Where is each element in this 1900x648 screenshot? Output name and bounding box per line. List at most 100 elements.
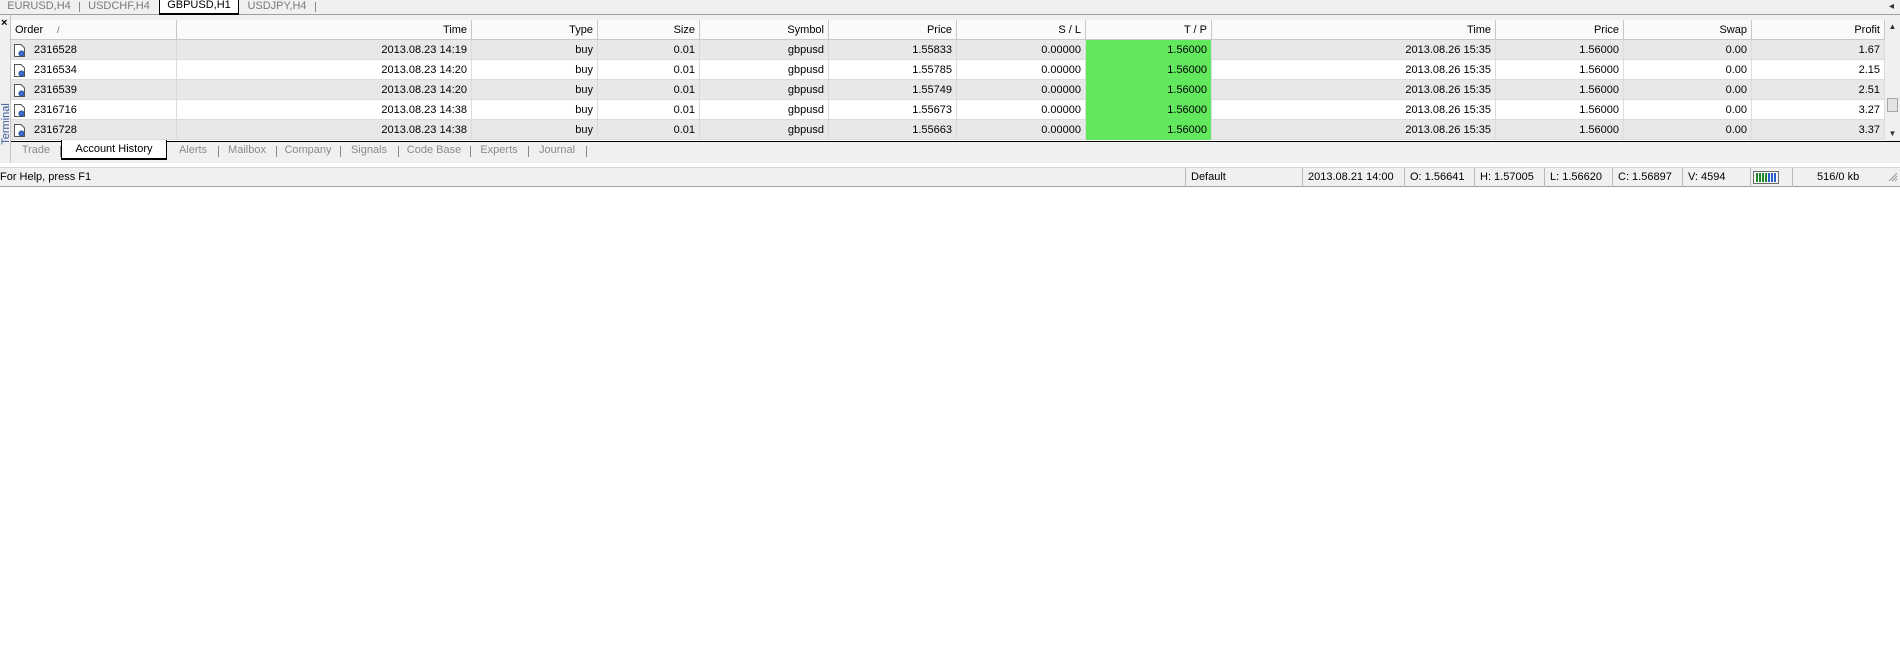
resize-grip-icon[interactable] — [1888, 172, 1898, 182]
size-cell: 0.01 — [598, 120, 700, 140]
profit-cell: 3.37 — [1752, 120, 1885, 140]
column-header-order[interactable]: Order / — [11, 20, 177, 40]
tab-experts[interactable]: Experts — [471, 142, 529, 161]
open-time-cell: 2013.08.23 14:19 — [177, 40, 472, 60]
symbol-cell: gbpusd — [700, 120, 829, 140]
tab-trade[interactable]: Trade — [13, 142, 61, 161]
close-icon[interactable]: × — [1, 18, 7, 29]
size-cell: 0.01 — [598, 100, 700, 120]
size-cell: 0.01 — [598, 60, 700, 80]
chart-tab-usdchf-h4[interactable]: USDCHF,H4 — [80, 0, 160, 15]
close-price-cell: 1.56000 — [1496, 80, 1624, 100]
column-header-order-label: Order — [15, 24, 44, 36]
scroll-up-icon[interactable]: ▲ — [1885, 20, 1900, 34]
close-time-cell: 2013.08.26 15:35 — [1212, 100, 1496, 120]
account-history-grid: Order / Time Type Size Symbol Price S / … — [11, 20, 1885, 141]
type-cell: buy — [472, 80, 598, 100]
symbol-cell: gbpusd — [700, 80, 829, 100]
status-volume: V: 4594 — [1682, 168, 1748, 187]
tab-journal[interactable]: Journal — [529, 142, 587, 161]
order-number: 2316528 — [34, 44, 77, 56]
close-price-cell: 1.56000 — [1496, 100, 1624, 120]
order-document-icon — [14, 64, 25, 77]
workspace-area — [0, 187, 1900, 648]
swap-cell: 0.00 — [1624, 80, 1752, 100]
scroll-down-icon[interactable]: ▼ — [1885, 127, 1900, 141]
sort-indicator-icon: / — [57, 25, 60, 35]
sl-cell: 0.00000 — [957, 80, 1086, 100]
order-cell: 2316728 — [11, 120, 177, 140]
profit-cell: 1.67 — [1752, 40, 1885, 60]
chart-tab-eurusd-h4[interactable]: EURUSD,H4 — [0, 0, 80, 15]
open-price-cell: 1.55749 — [829, 80, 957, 100]
swap-cell: 0.00 — [1624, 60, 1752, 80]
column-header-type[interactable]: Type — [472, 20, 598, 40]
column-header-close-time[interactable]: Time — [1212, 20, 1496, 40]
column-header-size[interactable]: Size — [598, 20, 700, 40]
column-header-time[interactable]: Time — [177, 20, 472, 40]
tp-cell: 1.56000 — [1086, 40, 1212, 60]
tp-cell: 1.56000 — [1086, 120, 1212, 140]
open-time-cell: 2013.08.23 14:38 — [177, 100, 472, 120]
open-price-cell: 1.55833 — [829, 40, 957, 60]
column-header-tp[interactable]: T / P — [1086, 20, 1212, 40]
table-row[interactable]: 2316716 2013.08.23 14:38 buy 0.01 gbpusd… — [11, 100, 1885, 120]
tab-company[interactable]: Company — [277, 142, 341, 161]
close-time-cell: 2013.08.26 15:35 — [1212, 60, 1496, 80]
chart-tab-gbpusd-h1[interactable]: GBPUSD,H1 — [159, 0, 239, 15]
type-cell: buy — [472, 40, 598, 60]
tp-cell: 1.56000 — [1086, 60, 1212, 80]
order-cell: 2316539 — [11, 80, 177, 100]
status-profile[interactable]: Default — [1185, 168, 1300, 187]
profit-cell: 3.27 — [1752, 100, 1885, 120]
tab-alerts[interactable]: Alerts — [169, 142, 219, 161]
scrollbar-thumb[interactable] — [1887, 98, 1898, 112]
tabs-scroll-left-icon[interactable]: ◂ — [1889, 0, 1894, 13]
sl-cell: 0.00000 — [957, 40, 1086, 60]
tab-account-history[interactable]: Account History — [61, 140, 167, 160]
column-header-close-price[interactable]: Price — [1496, 20, 1624, 40]
close-time-cell: 2013.08.26 15:35 — [1212, 40, 1496, 60]
status-low: L: 1.56620 — [1544, 168, 1612, 187]
open-price-cell: 1.55663 — [829, 120, 957, 140]
column-header-swap[interactable]: Swap — [1624, 20, 1752, 40]
swap-cell: 0.00 — [1624, 40, 1752, 60]
swap-cell: 0.00 — [1624, 100, 1752, 120]
order-document-icon — [14, 84, 25, 97]
column-header-sl[interactable]: S / L — [957, 20, 1086, 40]
column-header-price[interactable]: Price — [829, 20, 957, 40]
tab-mailbox[interactable]: Mailbox — [219, 142, 277, 161]
vertical-scrollbar[interactable]: ▲ ▼ — [1885, 20, 1900, 141]
table-row[interactable]: 2316528 2013.08.23 14:19 buy 0.01 gbpusd… — [11, 40, 1885, 60]
table-row[interactable]: 2316534 2013.08.23 14:20 buy 0.01 gbpusd… — [11, 60, 1885, 80]
open-time-cell: 2013.08.23 14:20 — [177, 80, 472, 100]
symbol-cell: gbpusd — [700, 60, 829, 80]
status-close: C: 1.56897 — [1612, 168, 1682, 187]
chart-tab-usdjpy-h4[interactable]: USDJPY,H4 — [240, 0, 316, 15]
column-header-profit[interactable]: Profit — [1752, 20, 1885, 40]
order-document-icon — [14, 124, 25, 137]
symbol-cell: gbpusd — [700, 100, 829, 120]
terminal-tabs: Trade Account History Alerts Mailbox Com… — [11, 140, 1900, 163]
tp-cell: 1.56000 — [1086, 80, 1212, 100]
order-cell: 2316716 — [11, 100, 177, 120]
status-bar: For Help, press F1 Default 2013.08.21 14… — [0, 167, 1900, 187]
symbol-cell: gbpusd — [700, 40, 829, 60]
column-header-symbol[interactable]: Symbol — [700, 20, 829, 40]
table-row[interactable]: 2316728 2013.08.23 14:38 buy 0.01 gbpusd… — [11, 120, 1885, 140]
order-number: 2316539 — [34, 84, 77, 96]
sl-cell: 0.00000 — [957, 120, 1086, 140]
sl-cell: 0.00000 — [957, 60, 1086, 80]
type-cell: buy — [472, 100, 598, 120]
order-document-icon — [14, 44, 25, 57]
table-row[interactable]: 2316539 2013.08.23 14:20 buy 0.01 gbpusd… — [11, 80, 1885, 100]
order-number: 2316534 — [34, 64, 77, 76]
tab-signals[interactable]: Signals — [341, 142, 399, 161]
order-cell: 2316528 — [11, 40, 177, 60]
tab-code-base[interactable]: Code Base — [399, 142, 471, 161]
open-time-cell: 2013.08.23 14:20 — [177, 60, 472, 80]
connection-bars-icon — [1753, 171, 1779, 184]
tp-cell: 1.56000 — [1086, 100, 1212, 120]
terminal-side-bar: × Terminal — [0, 15, 12, 163]
close-price-cell: 1.56000 — [1496, 120, 1624, 140]
